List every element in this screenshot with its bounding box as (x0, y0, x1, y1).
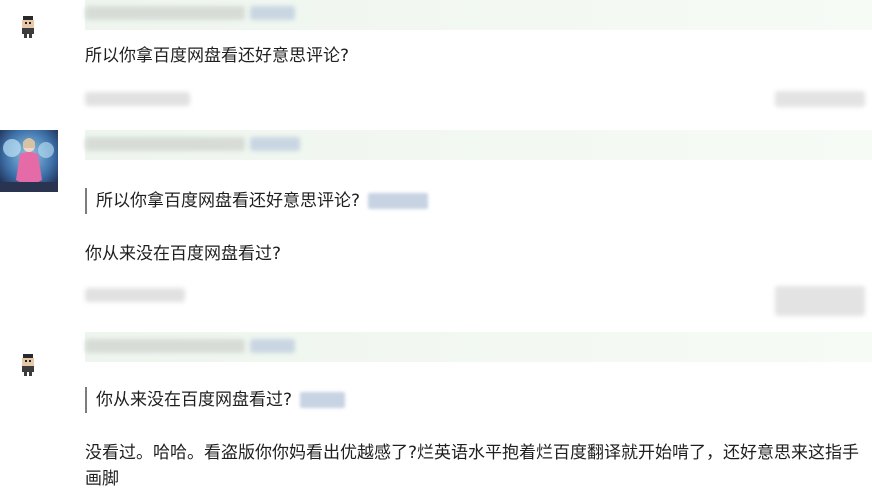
quote-text: 所以你拿百度网盘看还好意思评论? (96, 191, 361, 211)
comment-header (85, 0, 872, 30)
comment-header (85, 332, 872, 362)
pixel-character-icon (22, 354, 34, 376)
comment-2: 所以你拿百度网盘看还好意思评论? 你从来没在百度网盘看过? (0, 128, 872, 323)
timestamp (85, 92, 190, 106)
comment-3: 你从来没在百度网盘看过? 没看过。哈哈。看盗版你你妈看出优越感了?烂英语水平抱着… (0, 330, 872, 495)
user-meta (250, 6, 295, 20)
quoted-reply: 你从来没在百度网盘看过? (85, 387, 346, 413)
avatar[interactable] (0, 348, 60, 388)
timestamp (85, 288, 185, 302)
comment-actions[interactable] (775, 286, 865, 316)
quoted-reply: 所以你拿百度网盘看还好意思评论? (85, 188, 429, 214)
avatar[interactable] (0, 130, 58, 192)
comment-text: 你从来没在百度网盘看过? (85, 244, 282, 264)
comment-text: 所以你拿百度网盘看还好意思评论? (85, 46, 350, 66)
user-photo-avatar (0, 130, 58, 192)
username[interactable] (85, 137, 245, 151)
quote-meta (300, 392, 346, 408)
quote-meta (368, 193, 429, 209)
user-meta (250, 137, 300, 151)
username[interactable] (85, 339, 245, 353)
comment-actions[interactable] (775, 91, 865, 107)
comment-text: 没看过。哈哈。看盗版你你妈看出优越感了?烂英语水平抱着烂百度翻译就开始啃了，还好… (85, 443, 860, 489)
user-meta (250, 339, 295, 353)
comment-header (85, 130, 872, 160)
username[interactable] (85, 6, 245, 20)
quote-text: 你从来没在百度网盘看过? (96, 390, 293, 410)
avatar[interactable] (0, 10, 60, 50)
pixel-character-icon (22, 16, 34, 38)
comment-1: 所以你拿百度网盘看还好意思评论? (0, 0, 872, 125)
